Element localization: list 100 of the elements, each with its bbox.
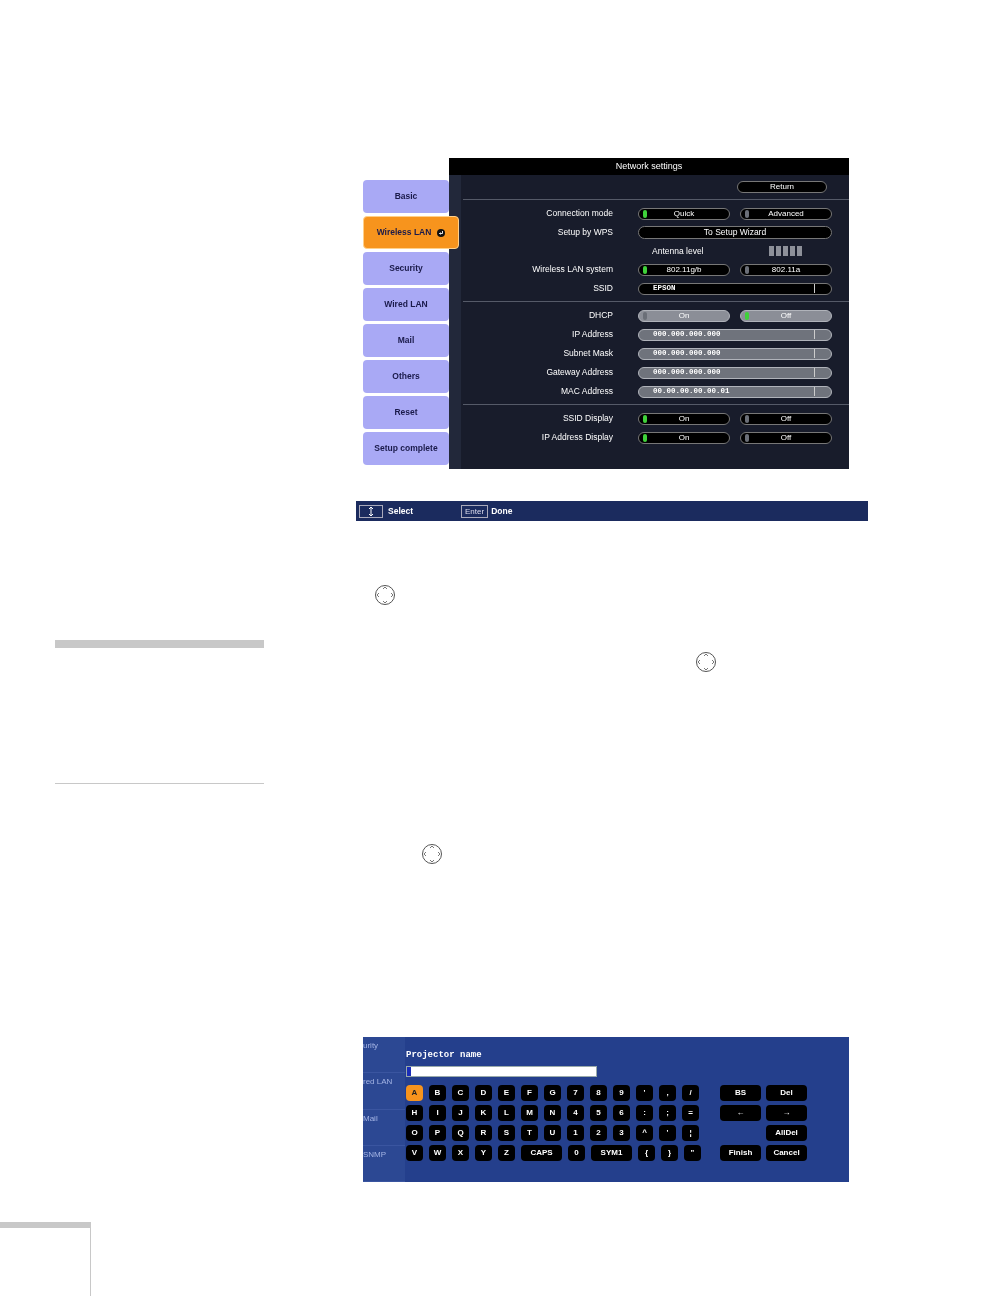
keyboard-key[interactable]: / [682,1084,699,1101]
keyboard-key[interactable]: D [475,1084,492,1101]
keyboard-key[interactable]: 9 [613,1084,630,1101]
keyboard-key[interactable]: B [429,1084,446,1101]
option-button[interactable]: Quick [638,207,730,220]
indicator-icon [643,311,647,320]
edit-key[interactable]: Finish [720,1144,761,1161]
keyboard-key[interactable]: 7 [567,1084,584,1101]
setting-label: SSID Display [561,412,613,425]
direction-pad-icon [421,843,443,865]
keyboard-key[interactable]: 6 [613,1104,630,1121]
setup-wizard-button[interactable]: To Setup Wizard [638,226,832,239]
keyboard-key[interactable]: W [429,1144,446,1161]
keyboard-key[interactable]: I [429,1104,446,1121]
panel-title: Network settings [449,158,849,175]
keyboard-key[interactable]: 3 [613,1124,630,1141]
keyboard-key[interactable]: G [544,1084,561,1101]
keyboard-key[interactable]: ' [659,1124,676,1141]
setting-label: DHCP [587,309,613,322]
edit-key[interactable]: BS [720,1084,761,1101]
keyboard-key[interactable]: 5 [590,1104,607,1121]
keyboard-key[interactable]: : [636,1104,653,1121]
direction-pad-icon [374,584,396,606]
edit-key[interactable]: → [766,1104,807,1121]
keyboard-key[interactable]: X [452,1144,469,1161]
option-button[interactable]: On [638,412,730,425]
edit-key[interactable]: AllDel [766,1124,807,1141]
edit-key[interactable]: ← [720,1104,761,1121]
keyboard-key[interactable]: SYM1 [591,1144,632,1161]
option-button[interactable]: Advanced [740,207,832,220]
indicator-icon [745,414,749,423]
keyboard-key[interactable]: M [521,1104,538,1121]
setting-label: Wireless LAN system [531,263,613,276]
keyboard-key[interactable]: " [684,1144,701,1161]
keyboard-key[interactable]: ; [659,1104,676,1121]
keyboard-key[interactable]: { [638,1144,655,1161]
antenna-level-icon [769,246,804,256]
keyboard-key[interactable]: Q [452,1124,469,1141]
keyboard-key[interactable]: ' [636,1084,653,1101]
indicator-icon [643,433,647,442]
indicator-icon [745,209,749,218]
setting-label: Subnet Mask [562,347,613,360]
menu-tab[interactable]: Basic [363,180,449,213]
keyboard-key[interactable]: N [544,1104,561,1121]
keyboard-key[interactable]: } [661,1144,678,1161]
keyboard-key[interactable]: V [406,1144,423,1161]
key-label: Enter [461,504,489,518]
keyboard-key[interactable]: ¦ [682,1124,699,1141]
antenna-label: Antenna level [652,244,705,258]
keyboard-key[interactable]: ^ [636,1124,653,1141]
option-button[interactable]: 802.11a [740,263,832,276]
setting-label: SSID [592,282,613,295]
keyboard-key[interactable]: 0 [568,1144,585,1161]
keyboard-key[interactable]: 8 [590,1084,607,1101]
keyboard-key[interactable]: T [521,1124,538,1141]
keyboard-key[interactable]: 4 [567,1104,584,1121]
edit-key[interactable]: Del [766,1084,807,1101]
keyboard-key[interactable]: F [521,1084,538,1101]
field-title: Projector name [406,1049,483,1062]
keyboard-key[interactable]: H [406,1104,423,1121]
keyboard-key[interactable]: C [452,1084,469,1101]
menu-tab[interactable]: Reset [363,396,449,429]
keyboard-key[interactable]: Y [475,1144,492,1161]
indicator-icon [643,265,647,274]
keyboard-key[interactable]: 1 [567,1124,584,1141]
menu-tab[interactable]: Wireless LAN [363,216,459,249]
option-button[interactable]: Off [740,431,832,444]
keyboard-key[interactable]: = [682,1104,699,1121]
keyboard-key[interactable]: J [452,1104,469,1121]
keyboard-key[interactable]: U [544,1124,561,1141]
menu-tab[interactable]: Security [363,252,449,285]
keyboard-key[interactable]: E [498,1084,515,1101]
menu-tab[interactable]: Wired LAN [363,288,449,321]
option-button[interactable]: 802.11g/b [638,263,730,276]
setting-label: Connection mode [545,207,613,220]
help-label: Select [388,504,414,518]
indicator-icon [745,311,749,320]
keyboard-key[interactable]: S [498,1124,515,1141]
keyboard-key[interactable]: CAPS [521,1144,562,1161]
keyboard-key[interactable]: P [429,1124,446,1141]
keyboard-key[interactable]: A [406,1084,423,1101]
setting-label: IP Address [571,328,613,341]
keyboard-key[interactable]: 2 [590,1124,607,1141]
edit-key[interactable]: Cancel [766,1144,807,1161]
keyboard-key[interactable]: K [475,1104,492,1121]
return-button[interactable]: Return [737,181,827,193]
keyboard-key[interactable]: Z [498,1144,515,1161]
keyboard-key[interactable]: O [406,1124,423,1141]
menu-tab[interactable]: Setup complete [363,432,449,465]
keyboard-key[interactable]: L [498,1104,515,1121]
keyboard-key[interactable]: , [659,1084,676,1101]
menu-tab[interactable]: Others [363,360,449,393]
name-input-field[interactable] [406,1065,597,1077]
keyboard-key[interactable]: R [475,1124,492,1141]
help-label: Done [491,504,513,518]
indicator-icon [643,209,647,218]
direction-pad-icon [695,651,717,673]
option-button[interactable]: Off [740,412,832,425]
option-button[interactable]: On [638,431,730,444]
menu-tab[interactable]: Mail [363,324,449,357]
